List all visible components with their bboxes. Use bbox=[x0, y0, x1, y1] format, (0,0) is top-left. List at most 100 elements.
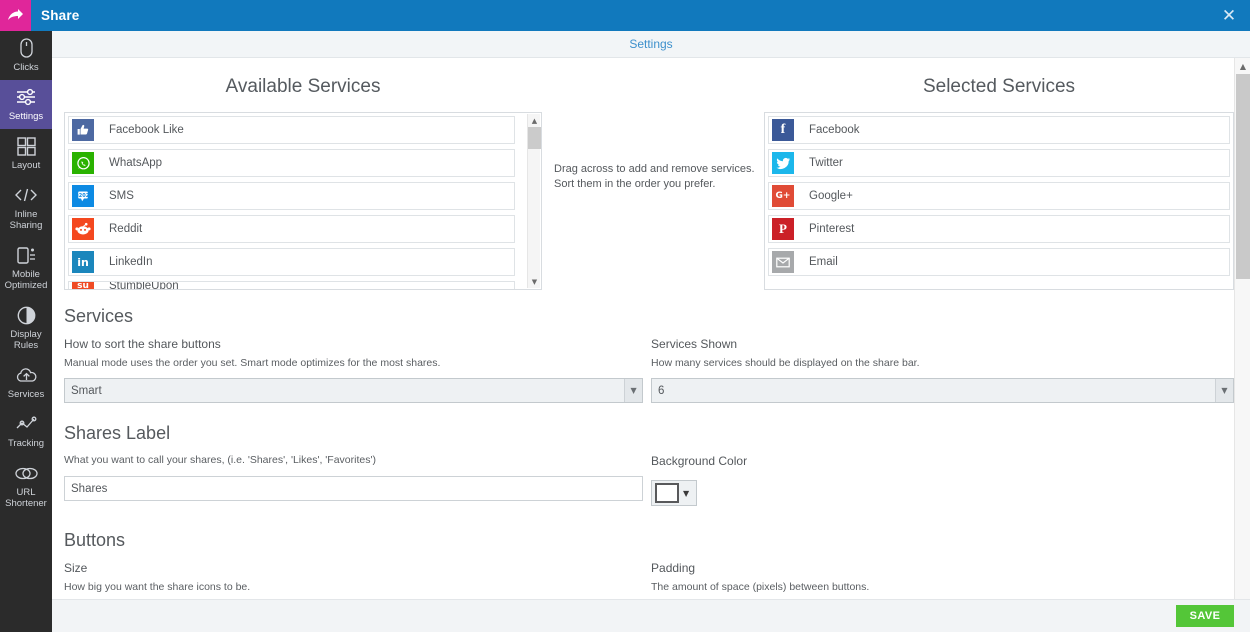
grid-icon bbox=[16, 135, 36, 157]
service-name: LinkedIn bbox=[109, 256, 153, 268]
pinterest-icon: P bbox=[772, 218, 794, 240]
tab-settings[interactable]: Settings bbox=[629, 37, 672, 51]
sidebar-item-mobile-optimized[interactable]: Mobile Optimized bbox=[0, 238, 52, 298]
svg-text:\u2022: \u2022 bbox=[76, 193, 90, 199]
available-services-title: Available Services bbox=[225, 76, 381, 97]
list-item[interactable]: \u2022 SMS bbox=[68, 182, 515, 210]
available-list-scrollbar[interactable]: ▲ ▼ bbox=[527, 114, 541, 288]
email-icon bbox=[772, 251, 794, 273]
cloud-upload-icon bbox=[15, 364, 38, 386]
shares-label-input[interactable] bbox=[64, 476, 644, 501]
sidebar-label: Settings bbox=[8, 111, 44, 122]
code-icon bbox=[14, 184, 38, 206]
scrollbar-thumb[interactable] bbox=[1236, 74, 1250, 279]
selected-services-list[interactable]: f Facebook Twitter G+ Google+ P Pinteres… bbox=[764, 112, 1234, 290]
sidebar-item-settings[interactable]: Settings bbox=[0, 80, 52, 129]
reddit-icon bbox=[72, 218, 94, 240]
padding-label: Padding bbox=[651, 561, 696, 575]
padding-help: The amount of space (pixels) between but… bbox=[651, 581, 870, 593]
settings-scroll-area: Available Services Facebook Like WhatsAp… bbox=[52, 58, 1250, 620]
service-name: Reddit bbox=[109, 223, 143, 235]
available-services-list[interactable]: Facebook Like WhatsApp \u2022 bbox=[64, 112, 542, 290]
selected-services-title: Selected Services bbox=[922, 76, 1076, 97]
available-services-column: Available Services Facebook Like WhatsAp… bbox=[64, 76, 542, 290]
list-item[interactable]: Facebook Like bbox=[68, 116, 515, 144]
size-label: Size bbox=[64, 561, 88, 575]
close-icon[interactable]: ✕ bbox=[1208, 0, 1250, 31]
scroll-down-icon[interactable]: ▼ bbox=[528, 275, 541, 288]
sort-label: How to sort the share buttons bbox=[64, 337, 221, 351]
mouse-icon bbox=[19, 37, 33, 59]
sidebar-label: URL Shortener bbox=[5, 487, 47, 509]
sidebar-label: Tracking bbox=[7, 438, 45, 449]
section-heading: Shares Label bbox=[64, 423, 171, 443]
facebook-icon: f bbox=[772, 119, 794, 141]
sidebar-item-services[interactable]: Services bbox=[0, 358, 52, 407]
background-color-picker[interactable]: ▼ bbox=[651, 480, 698, 506]
contrast-icon bbox=[17, 304, 36, 326]
list-item[interactable]: f Facebook bbox=[768, 116, 1230, 144]
instructions-column: Drag across to add and remove services. … bbox=[542, 76, 764, 290]
sidebar-item-inline-sharing[interactable]: Inline Sharing bbox=[0, 178, 52, 238]
drag-instructions: Drag across to add and remove services. … bbox=[542, 162, 764, 192]
scroll-up-icon[interactable]: ▲ bbox=[1235, 58, 1250, 74]
sidebar-item-clicks[interactable]: Clicks bbox=[0, 31, 52, 80]
color-swatch[interactable] bbox=[655, 483, 680, 503]
service-name: Facebook Like bbox=[109, 124, 184, 136]
selected-services-column: Selected Services f Facebook Twitter G+ … bbox=[764, 76, 1234, 290]
sms-icon: \u2022 bbox=[72, 185, 94, 207]
sidebar-label: Clicks bbox=[13, 62, 39, 73]
shares-label-help: What you want to call your shares, (i.e.… bbox=[64, 454, 376, 466]
save-button[interactable]: SAVE bbox=[1176, 605, 1234, 627]
scrollbar-thumb[interactable] bbox=[528, 127, 541, 149]
service-name: Email bbox=[809, 256, 838, 268]
sliders-icon bbox=[15, 86, 37, 108]
instructions-line-2: Sort them in the order you prefer. bbox=[554, 178, 716, 190]
settings-tabbar: Settings bbox=[52, 31, 1250, 58]
sidebar-item-url-shortener[interactable]: URL Shortener bbox=[0, 456, 52, 516]
list-item[interactable]: P Pinterest bbox=[768, 215, 1230, 243]
list-item[interactable]: Email bbox=[768, 248, 1230, 276]
size-help: How big you want the share icons to be. bbox=[64, 581, 251, 593]
list-item[interactable]: G+ Google+ bbox=[768, 182, 1230, 210]
dual-list-area: Available Services Facebook Like WhatsAp… bbox=[52, 58, 1234, 290]
service-name: WhatsApp bbox=[109, 157, 163, 169]
sidebar-item-display-rules[interactable]: Display Rules bbox=[0, 298, 52, 358]
stumbleupon-icon: su bbox=[72, 282, 94, 289]
service-name: StumbleUpon bbox=[109, 281, 179, 290]
list-item[interactable]: in LinkedIn bbox=[68, 248, 515, 276]
scroll-up-icon[interactable]: ▲ bbox=[528, 114, 541, 127]
background-color-label: Background Color bbox=[651, 454, 748, 468]
app-title: Share bbox=[41, 8, 80, 23]
twitter-icon bbox=[772, 152, 794, 174]
shares-bg-color-group: Background Color ▼ bbox=[651, 454, 1234, 508]
sidebar-label: Mobile Optimized bbox=[4, 269, 48, 291]
chevron-down-icon[interactable]: ▼ bbox=[679, 489, 693, 498]
list-item[interactable]: Twitter bbox=[768, 149, 1230, 177]
sidebar-item-tracking[interactable]: Tracking bbox=[0, 407, 52, 456]
service-name: Pinterest bbox=[809, 223, 855, 235]
list-item[interactable]: WhatsApp bbox=[68, 149, 515, 177]
services-shown-group: Services Shown How many services should … bbox=[651, 337, 1234, 403]
sidebar-label: Display Rules bbox=[10, 329, 42, 351]
list-item[interactable]: su StumbleUpon bbox=[68, 281, 515, 290]
app-logo bbox=[0, 0, 31, 31]
sidebar: Clicks Settings Layout Inline Sharing Mo… bbox=[0, 31, 52, 632]
section-heading: Buttons bbox=[64, 530, 126, 550]
link-icon bbox=[14, 462, 39, 484]
sidebar-label: Inline Sharing bbox=[9, 209, 43, 231]
services-section: Services How to sort the share buttons M… bbox=[52, 306, 1234, 403]
services-shown-select[interactable]: 6 bbox=[651, 378, 1234, 403]
share-arrow-icon bbox=[7, 8, 24, 23]
sidebar-label: Services bbox=[7, 389, 45, 400]
page-scrollbar[interactable]: ▲ ▼ bbox=[1234, 58, 1250, 620]
shares-label-section: Shares Label What you want to call your … bbox=[52, 423, 1234, 508]
sort-select[interactable]: Smart bbox=[64, 378, 644, 403]
analytics-icon bbox=[15, 413, 38, 435]
sort-help: Manual mode uses the order you set. Smar… bbox=[64, 357, 441, 369]
mobile-icon bbox=[16, 244, 37, 266]
list-item[interactable]: Reddit bbox=[68, 215, 515, 243]
service-name: Google+ bbox=[809, 190, 853, 202]
shares-label-group: What you want to call your shares, (i.e.… bbox=[64, 454, 644, 508]
sidebar-item-layout[interactable]: Layout bbox=[0, 129, 52, 178]
